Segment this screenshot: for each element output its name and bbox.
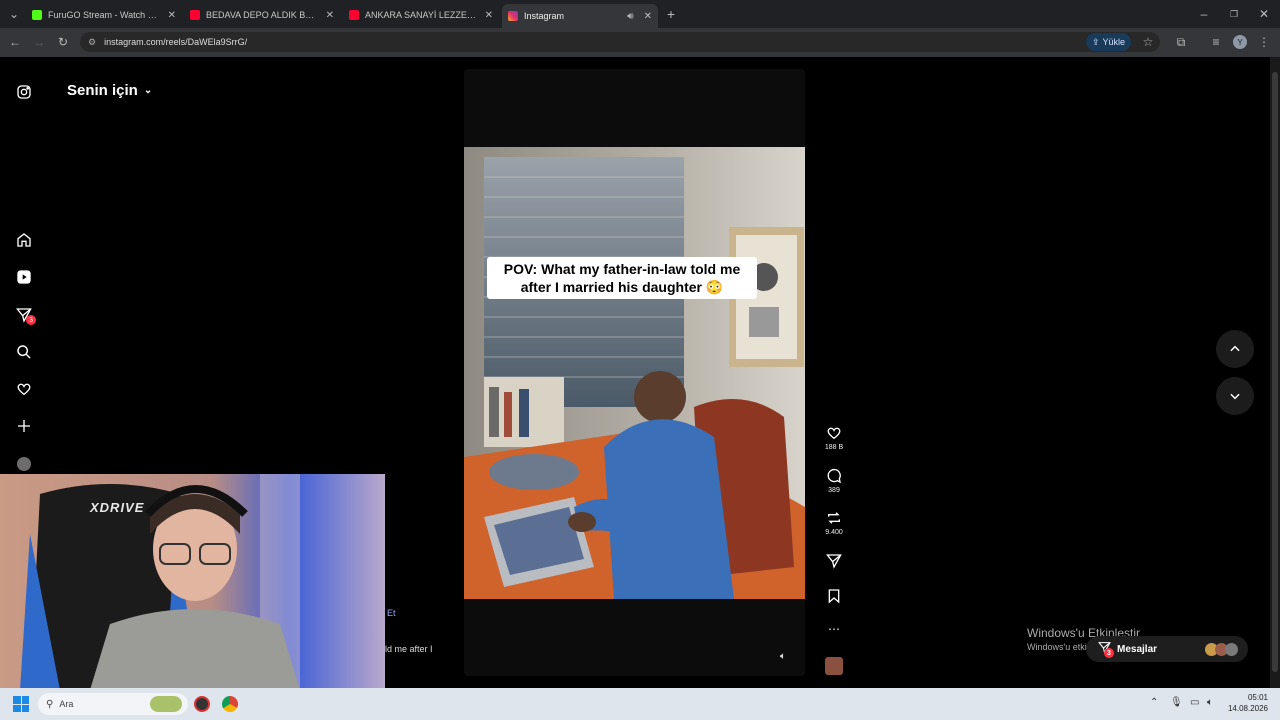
reload-icon[interactable]: ↻: [55, 34, 71, 50]
upload-icon: ⇪: [1092, 36, 1100, 47]
clock-date: 14.08.2026: [1227, 704, 1268, 713]
browser-tab-bar: ⌄ FuruGO Stream - Watch Live on ✕ BEDAVA…: [0, 0, 1280, 28]
mute-icon[interactable]: 🔈︎: [780, 651, 786, 662]
messages-icon: 3: [1097, 641, 1114, 658]
comment-count: 389: [828, 487, 840, 494]
repost-icon: [828, 512, 840, 524]
tab-close-icon[interactable]: ✕: [644, 11, 652, 22]
address-bar[interactable]: ⚙ instagram.com/reels/DaWEla9SrrG/: [80, 32, 1160, 52]
audio-thumbnail[interactable]: [825, 657, 843, 675]
volume-icon[interactable]: 🔈︎: [1207, 697, 1213, 708]
minimize-icon[interactable]: –: [1196, 6, 1212, 22]
taskbar-clock[interactable]: 05:01 14.08.2026: [1226, 692, 1268, 714]
clock-time: 05:01: [1247, 693, 1268, 702]
tab-bedava-depo[interactable]: BEDAVA DEPO ALDIK BUNLAR ✕: [184, 4, 340, 26]
reel-video[interactable]: [464, 147, 805, 599]
create-plus-icon[interactable]: [14, 416, 34, 436]
chevron-up-icon: [1230, 345, 1240, 352]
feed-selector[interactable]: Senin için ⌄: [67, 82, 152, 99]
like-count: 188 B: [824, 444, 844, 451]
profile-avatar-icon[interactable]: [14, 454, 34, 474]
caption-fragment: ld me after I: [385, 644, 433, 654]
search-icon[interactable]: [14, 342, 34, 362]
upload-button[interactable]: ⇪ Yükle: [1086, 33, 1132, 51]
avatar: [1225, 642, 1238, 656]
chevron-down-icon: ⌄: [143, 85, 153, 96]
youtube-favicon-icon: [349, 10, 359, 20]
tab-instagram[interactable]: Instagram 🔊︎ ✕: [502, 4, 658, 28]
messages-label: Mesajlar: [1117, 643, 1158, 655]
feed-title: Senin için: [67, 82, 138, 99]
tray-expand-icon[interactable]: ⌃: [1150, 697, 1158, 708]
restore-icon[interactable]: ❐: [1226, 6, 1242, 22]
repost-button[interactable]: 9.400: [818, 510, 850, 536]
tab-title: ANKARA SANAYİ LEZZETLERİNİ: [365, 10, 479, 20]
scrollbar-thumb[interactable]: [1272, 72, 1278, 672]
microphone-icon[interactable]: 🎙︎: [1170, 697, 1183, 708]
back-icon[interactable]: ←: [7, 34, 23, 50]
windows-start-icon[interactable]: [13, 696, 29, 712]
reels-icon[interactable]: [14, 267, 34, 287]
tab-search-icon[interactable]: ⌄: [6, 6, 22, 22]
caption-fragment[interactable]: Et: [387, 608, 396, 618]
webcam-overlay: XDRIVE: [0, 474, 385, 690]
chevron-down-icon: [1230, 393, 1240, 400]
profile-avatar[interactable]: Y: [1233, 35, 1247, 49]
tab-title: Instagram: [524, 11, 565, 21]
message-avatars: [1205, 642, 1238, 656]
more-options-icon[interactable]: ⋯: [818, 622, 850, 636]
window-close-icon[interactable]: ✕: [1256, 6, 1272, 22]
bookmark-icon: [828, 589, 840, 604]
app-icon[interactable]: [194, 696, 210, 712]
forward-icon[interactable]: →: [31, 34, 47, 50]
media-controls-icon[interactable]: ≡: [1208, 34, 1224, 50]
save-button[interactable]: [818, 588, 850, 607]
repost-count: 9.400: [825, 529, 843, 536]
youtube-favicon-icon: [190, 10, 200, 20]
share-icon: [826, 554, 842, 569]
video-caption-overlay: POV: What my father-in-law told me after…: [487, 257, 757, 299]
comment-button[interactable]: 389: [818, 468, 850, 494]
search-highlight-icon[interactable]: [150, 696, 182, 712]
heart-icon[interactable]: [14, 379, 34, 399]
url-text: instagram.com/reels/DaWEla9SrrG/: [104, 37, 248, 47]
browser-menu-icon[interactable]: ⋮: [1256, 34, 1272, 50]
tab-audio-icon[interactable]: 🔊︎: [627, 11, 633, 22]
like-button[interactable]: 188 B: [818, 425, 850, 451]
chrome-icon[interactable]: [222, 696, 238, 712]
tab-title: FuruGO Stream - Watch Live on: [48, 10, 162, 20]
tab-close-icon[interactable]: ✕: [168, 10, 176, 21]
home-icon[interactable]: [14, 230, 34, 250]
upload-label: Yükle: [1102, 37, 1126, 47]
comment-icon: [827, 468, 841, 484]
tab-title: BEDAVA DEPO ALDIK BUNLAR: [206, 10, 320, 20]
previous-reel-button[interactable]: [1216, 330, 1254, 368]
search-icon: ⚲: [46, 698, 54, 710]
instagram-favicon-icon: [508, 11, 518, 21]
extensions-icon[interactable]: ⧉: [1173, 34, 1189, 50]
messages-badge: 3: [1104, 648, 1114, 658]
site-info-icon[interactable]: ⚙: [88, 37, 96, 48]
tab-close-icon[interactable]: ✕: [326, 10, 334, 21]
bookmark-star-icon[interactable]: ☆: [1140, 34, 1156, 50]
messages-icon[interactable]: 3: [14, 305, 36, 325]
share-button[interactable]: [818, 553, 850, 572]
messages-pill[interactable]: 3 Mesajlar: [1086, 636, 1248, 662]
taskbar-search-placeholder: Ara: [59, 699, 74, 709]
tab-furugo[interactable]: FuruGO Stream - Watch Live on ✕: [26, 4, 182, 26]
network-icon[interactable]: ▭: [1190, 697, 1199, 708]
windows-taskbar: [0, 688, 1280, 720]
instagram-logo-icon[interactable]: [14, 82, 34, 102]
heart-icon: [827, 427, 841, 440]
new-tab-icon[interactable]: +: [663, 6, 679, 22]
next-reel-button[interactable]: [1216, 377, 1254, 415]
chair-brand-logo: XDRIVE: [90, 500, 145, 515]
tab-ankara[interactable]: ANKARA SANAYİ LEZZETLERİNİ ✕: [343, 4, 499, 26]
kick-favicon-icon: [32, 10, 42, 20]
tab-close-icon[interactable]: ✕: [485, 10, 493, 21]
notification-badge: 3: [26, 315, 36, 325]
